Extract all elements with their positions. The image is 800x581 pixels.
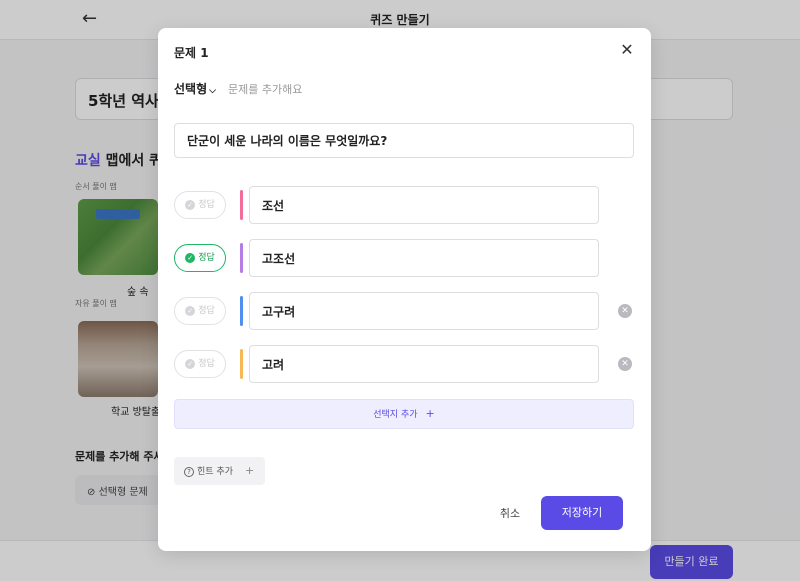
answer-row: ✓정답 ✕	[174, 345, 634, 383]
choice-color-bar	[240, 296, 243, 326]
question-type-hint: 문제를 추가해요	[228, 83, 303, 96]
cancel-button[interactable]: 취소	[492, 504, 528, 524]
save-button[interactable]: 저장하기	[541, 496, 623, 530]
choice-color-bar	[240, 190, 243, 220]
correct-answer-toggle[interactable]: ✓ 정답	[174, 244, 226, 272]
add-choice-label: 선택지 추가	[373, 410, 418, 420]
question-circle-icon: ?	[184, 467, 194, 477]
remove-choice-icon[interactable]: ✕	[618, 304, 632, 318]
check-circle-icon: ✓	[185, 305, 196, 316]
correct-answer-toggle[interactable]: ✓ 정답	[174, 350, 226, 378]
correct-answer-label: 정답	[198, 359, 215, 369]
question-type-label: 선택형	[174, 82, 208, 96]
answer-input[interactable]	[249, 292, 599, 330]
answer-input[interactable]	[249, 186, 599, 224]
correct-answer-toggle[interactable]: ✓ 정답	[174, 191, 226, 219]
answer-row: ✓정답 ✕	[174, 292, 634, 330]
correct-answer-toggle[interactable]: ✓ 정답	[174, 297, 226, 325]
correct-answer-label: 정답	[198, 200, 215, 210]
choice-color-bar	[240, 349, 243, 379]
plus-icon: +	[244, 464, 255, 477]
choice-color-bar	[240, 243, 243, 273]
remove-choice-icon[interactable]: ✕	[618, 357, 632, 371]
correct-answer-label: 정답	[198, 306, 215, 316]
answer-input[interactable]	[249, 239, 599, 277]
answer-input[interactable]	[249, 345, 599, 383]
answer-row: ✓ 정답	[174, 186, 634, 224]
close-icon[interactable]: ✕	[619, 42, 635, 58]
add-choice-button[interactable]: 선택지 추가 +	[174, 399, 634, 429]
answer-row: ✓ 정답	[174, 239, 634, 277]
modal-title: 문제 1	[174, 46, 209, 60]
question-type-dropdown[interactable]: 선택형 ⌵	[174, 80, 216, 97]
correct-answer-label: 정답	[198, 253, 215, 263]
add-hint-button[interactable]: ? 힌트 추가 +	[174, 457, 265, 485]
plus-icon: +	[425, 407, 435, 420]
chevron-down-icon: ⌵	[209, 86, 216, 96]
add-hint-label: 힌트 추가	[197, 467, 233, 477]
check-circle-icon: ✓	[185, 358, 196, 369]
question-modal: 문제 1 ✕ 선택형⌵ 문제를 추가해요 ✓정답 ✓정답 ✓정답 ✕ ✓정답 ✕…	[158, 28, 651, 551]
question-input[interactable]	[174, 123, 634, 158]
check-circle-icon: ✓	[185, 252, 196, 263]
check-circle-icon: ✓	[185, 199, 196, 210]
